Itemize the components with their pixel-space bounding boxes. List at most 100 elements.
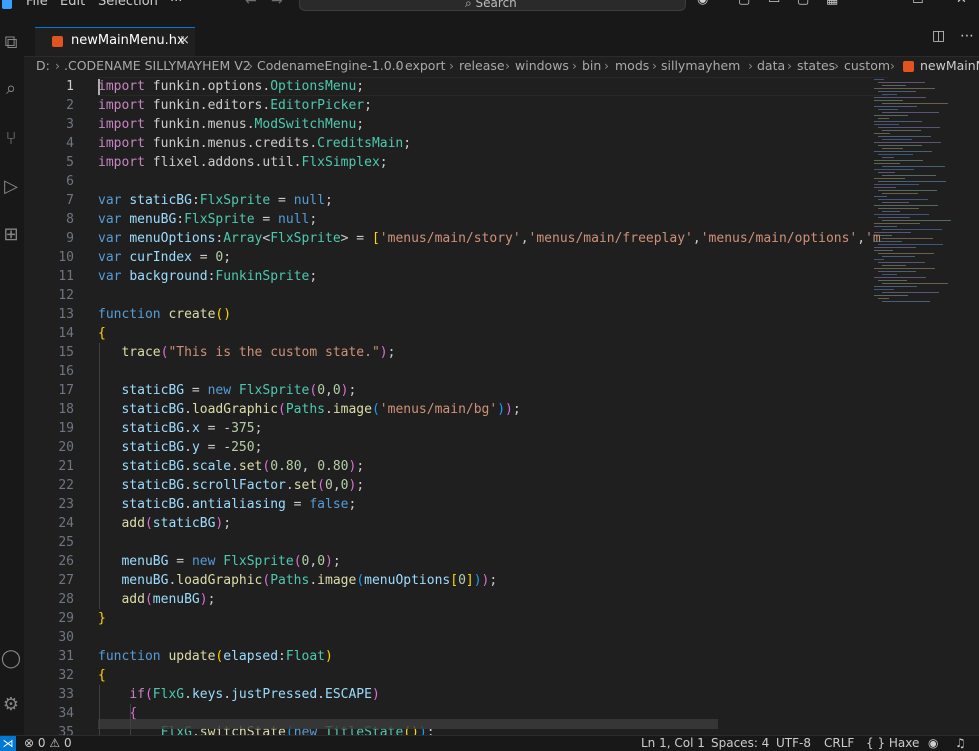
explorer-icon[interactable]: ⧉ bbox=[0, 31, 22, 55]
code-line[interactable]: staticBG.scale.set(0.80, 0.80); bbox=[98, 457, 364, 476]
breadcrumb-item[interactable]: mods bbox=[615, 58, 649, 73]
code-line[interactable]: import funkin.editors.EditorPicker; bbox=[98, 96, 372, 115]
code-line[interactable]: } bbox=[98, 609, 106, 628]
code-token: 'menus/main/bg' bbox=[379, 402, 498, 417]
breadcrumb-item[interactable]: sillymayhem bbox=[661, 58, 740, 73]
problems-indicator[interactable]: ⊗ 0 ⚠ 0 bbox=[24, 736, 72, 751]
code-line[interactable]: staticBG.loadGraphic(Paths.image('menus/… bbox=[98, 400, 520, 419]
split-editor-icon[interactable]: ◫ bbox=[932, 28, 945, 44]
menu-more[interactable]: ··· bbox=[170, 0, 182, 9]
code-line[interactable]: { bbox=[98, 666, 106, 685]
code-editor[interactable]: 1 2 3 4 5 6 7 8 9 10 11 12 13 14 15 16 17 18 19 20 21 22 23 24 2… bbox=[24, 77, 979, 735]
command-center-search[interactable]: ⌕ Search bbox=[299, 0, 686, 11]
code-token: EditorPicker bbox=[270, 98, 365, 113]
minimap[interactable] bbox=[872, 77, 969, 735]
code-line[interactable]: staticBG.scrollFactor.set(0,0); bbox=[98, 476, 364, 495]
code-token: scrollFactor bbox=[191, 478, 286, 493]
remote-indicator-icon[interactable]: ⋊ bbox=[0, 736, 16, 751]
maximize-window-icon[interactable]: ☐ bbox=[912, 0, 924, 7]
encoding-setting[interactable]: UTF-8 bbox=[776, 736, 811, 751]
code-line[interactable]: function update(elapsed:Float) bbox=[98, 647, 333, 666]
code-token: ( bbox=[144, 687, 153, 702]
source-control-icon[interactable]: ⑂ bbox=[0, 127, 22, 151]
extensions-icon[interactable]: ⊞ bbox=[0, 223, 22, 247]
code-line[interactable]: import funkin.menus.ModSwitchMenu; bbox=[98, 115, 364, 134]
copilot-status-icon[interactable]: ◉ bbox=[928, 736, 938, 751]
code-line[interactable]: menuBG.loadGraphic(Paths.image(menuOptio… bbox=[98, 571, 497, 590]
code-line[interactable]: var staticBG:FlxSprite = null; bbox=[98, 191, 333, 210]
code-line[interactable]: staticBG = new FlxSprite(0,0); bbox=[98, 381, 356, 400]
code-token: FlxG bbox=[152, 687, 185, 702]
breadcrumb-item[interactable]: windows bbox=[515, 58, 569, 73]
toggle-sidebar-icon[interactable]: ▢ bbox=[738, 0, 750, 7]
code-line[interactable]: staticBG.y = -250; bbox=[98, 438, 262, 457]
minimap-line bbox=[882, 274, 897, 275]
close-window-icon[interactable]: ✕ bbox=[956, 0, 967, 7]
notifications-bell-icon[interactable]: ♫ bbox=[955, 736, 966, 751]
error-icon: ⊗ bbox=[24, 736, 35, 750]
manage-gear-icon[interactable]: ⚙ bbox=[0, 693, 22, 717]
breadcrumb-item[interactable]: bin bbox=[582, 58, 601, 73]
minimap-line bbox=[874, 121, 922, 122]
code-line[interactable]: import flixel.addons.util.FlxSimplex; bbox=[98, 153, 388, 172]
breadcrumb-item[interactable]: states bbox=[797, 58, 835, 73]
breadcrumb-item[interactable]: custom bbox=[844, 58, 890, 73]
indentation-setting[interactable]: Spaces: 4 bbox=[711, 736, 769, 751]
tab-close-icon[interactable]: × bbox=[179, 33, 190, 48]
copilot-icon[interactable]: ◉ bbox=[697, 0, 708, 7]
menu-edit[interactable]: Edit bbox=[60, 0, 85, 9]
minimap-line bbox=[874, 286, 917, 287]
menu-selection[interactable]: Selection bbox=[98, 0, 158, 9]
code-line[interactable]: var background:FunkinSprite; bbox=[98, 267, 317, 286]
language-mode[interactable]: { } Haxe bbox=[866, 736, 919, 751]
tab-label: newMainMenu.hx bbox=[71, 33, 185, 48]
code-line[interactable]: var menuBG:FlxSprite = null; bbox=[98, 210, 317, 229]
more-actions-icon[interactable]: ⋯ bbox=[960, 28, 974, 44]
back-arrow-icon[interactable]: ← bbox=[245, 0, 257, 9]
eol-setting[interactable]: CRLF bbox=[824, 736, 854, 751]
breadcrumb-file[interactable]: newMainMenu.hx bbox=[920, 58, 979, 73]
accounts-icon[interactable]: ◯ bbox=[0, 647, 22, 671]
code-line[interactable]: staticBG.antialiasing = false; bbox=[98, 495, 356, 514]
minimize-window-icon[interactable]: — bbox=[864, 0, 877, 7]
code-line[interactable]: function create() bbox=[98, 305, 231, 324]
toggle-panel-icon[interactable]: ▭ bbox=[768, 0, 780, 7]
code-token: menuOptions bbox=[129, 231, 216, 246]
code-line[interactable]: var curIndex = 0; bbox=[98, 248, 231, 267]
customize-layout-icon[interactable]: ▦ bbox=[826, 0, 838, 7]
code-line[interactable]: if(FlxG.keys.justPressed.ESCAPE) bbox=[98, 685, 379, 704]
run-debug-icon[interactable]: ▷ bbox=[0, 175, 22, 199]
code-line[interactable]: staticBG.x = -375; bbox=[98, 419, 262, 438]
breadcrumb-item[interactable]: release bbox=[459, 58, 505, 73]
code-token: ( bbox=[144, 592, 153, 607]
breadcrumb-item[interactable]: .CODENAME SILLYMAYHEM V2 bbox=[64, 58, 251, 73]
minimap-line bbox=[878, 154, 913, 155]
minimap-line bbox=[874, 133, 890, 134]
breadcrumb-item[interactable]: D: bbox=[36, 58, 50, 73]
search-view-icon[interactable]: ⌕ bbox=[0, 77, 22, 101]
menu-file[interactable]: File bbox=[26, 0, 48, 9]
toggle-secondary-sidebar-icon[interactable]: ▢ bbox=[797, 0, 809, 7]
breadcrumb-item[interactable]: export bbox=[405, 58, 446, 73]
minimap-line bbox=[878, 145, 922, 146]
minimap-line bbox=[874, 232, 911, 233]
code-token: . bbox=[285, 478, 294, 493]
forward-arrow-icon[interactable]: → bbox=[271, 0, 283, 9]
code-line[interactable]: add(menuBG); bbox=[98, 590, 215, 609]
cursor-position[interactable]: Ln 1, Col 1 bbox=[641, 736, 705, 751]
code-line[interactable]: menuBG = new FlxSprite(0,0); bbox=[98, 552, 340, 571]
code-token: y bbox=[191, 440, 200, 455]
code-line[interactable]: import funkin.menus.credits.CreditsMain; bbox=[98, 134, 411, 153]
breadcrumb-item[interactable]: data bbox=[757, 58, 785, 73]
code-line[interactable]: var menuOptions:Array<FlxSprite> = ['men… bbox=[98, 229, 881, 248]
horizontal-scrollbar[interactable] bbox=[98, 719, 718, 729]
code-line[interactable]: { bbox=[98, 324, 106, 343]
code-token: import bbox=[98, 117, 145, 132]
code-line[interactable]: import funkin.options.OptionsMenu; bbox=[98, 77, 364, 96]
code-token: var bbox=[98, 269, 122, 284]
tab-newmainmenu[interactable]: newMainMenu.hx × bbox=[35, 27, 195, 56]
code-line[interactable]: trace("This is the custom state."); bbox=[98, 343, 395, 362]
breadcrumb-item[interactable]: CodenameEngine-1.0.0 bbox=[257, 58, 404, 73]
minimap-line bbox=[878, 253, 934, 254]
code-line[interactable]: add(staticBG); bbox=[98, 514, 231, 533]
